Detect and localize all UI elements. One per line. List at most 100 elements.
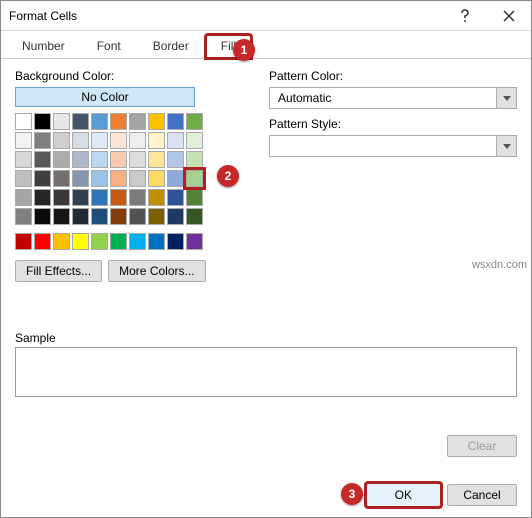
color-swatch[interactable]: [91, 113, 108, 130]
color-swatch[interactable]: [186, 113, 203, 130]
color-swatch[interactable]: [148, 233, 165, 250]
color-swatch[interactable]: [110, 233, 127, 250]
color-swatch[interactable]: [34, 189, 51, 206]
color-swatch[interactable]: [167, 208, 184, 225]
format-cells-dialog: Format Cells Number Font Border Fill Bac…: [0, 0, 532, 518]
pattern-color-dropdown-arrow[interactable]: [497, 87, 517, 109]
color-swatch[interactable]: [186, 151, 203, 168]
color-swatch[interactable]: [110, 113, 127, 130]
color-swatch[interactable]: [186, 170, 203, 187]
clear-button[interactable]: Clear: [447, 435, 517, 457]
pattern-style-dropdown-arrow[interactable]: [497, 135, 517, 157]
color-swatch[interactable]: [110, 189, 127, 206]
color-swatch[interactable]: [72, 208, 89, 225]
close-icon: [503, 10, 515, 22]
dialog-footer: OK Cancel: [366, 483, 517, 507]
color-swatch[interactable]: [91, 208, 108, 225]
color-swatch[interactable]: [34, 151, 51, 168]
color-swatch[interactable]: [186, 208, 203, 225]
tab-border[interactable]: Border: [138, 35, 204, 58]
color-swatch[interactable]: [110, 151, 127, 168]
color-swatch[interactable]: [129, 170, 146, 187]
chevron-down-icon: [503, 144, 511, 149]
color-swatch[interactable]: [15, 151, 32, 168]
color-swatch[interactable]: [72, 113, 89, 130]
color-swatch[interactable]: [72, 233, 89, 250]
color-swatch[interactable]: [129, 208, 146, 225]
color-swatch[interactable]: [129, 151, 146, 168]
color-swatch[interactable]: [167, 233, 184, 250]
color-swatch[interactable]: [91, 151, 108, 168]
color-swatch[interactable]: [167, 151, 184, 168]
pattern-style-dropdown[interactable]: [269, 135, 517, 157]
color-swatch[interactable]: [129, 132, 146, 149]
color-swatch[interactable]: [53, 151, 70, 168]
pattern-color-value: Automatic: [269, 87, 497, 109]
help-button[interactable]: [443, 1, 487, 31]
color-swatch[interactable]: [186, 189, 203, 206]
color-swatch[interactable]: [15, 170, 32, 187]
tab-number[interactable]: Number: [7, 35, 80, 58]
color-swatch[interactable]: [110, 170, 127, 187]
color-swatch[interactable]: [148, 189, 165, 206]
chevron-down-icon: [503, 96, 511, 101]
color-swatch[interactable]: [53, 132, 70, 149]
ok-button[interactable]: OK: [366, 483, 441, 507]
no-color-button[interactable]: No Color: [15, 87, 195, 107]
color-swatch[interactable]: [129, 233, 146, 250]
color-swatch[interactable]: [34, 132, 51, 149]
color-swatch[interactable]: [110, 132, 127, 149]
color-swatch[interactable]: [186, 132, 203, 149]
color-swatch[interactable]: [167, 170, 184, 187]
color-swatch[interactable]: [15, 189, 32, 206]
tab-strip: Number Font Border Fill: [1, 31, 531, 59]
color-swatch[interactable]: [72, 151, 89, 168]
color-swatch[interactable]: [34, 208, 51, 225]
color-swatch[interactable]: [15, 208, 32, 225]
close-button[interactable]: [487, 1, 531, 31]
color-swatch[interactable]: [91, 189, 108, 206]
annotation-3: 3: [341, 483, 363, 505]
color-swatch[interactable]: [34, 113, 51, 130]
left-column: Background Color: No Color Fill Effects.…: [15, 69, 245, 282]
color-swatch[interactable]: [91, 170, 108, 187]
color-swatch[interactable]: [34, 170, 51, 187]
color-swatch[interactable]: [91, 132, 108, 149]
color-swatch[interactable]: [167, 113, 184, 130]
color-swatch[interactable]: [148, 208, 165, 225]
color-swatch[interactable]: [167, 189, 184, 206]
color-swatch[interactable]: [91, 233, 108, 250]
background-color-label: Background Color:: [15, 69, 245, 83]
color-swatch[interactable]: [72, 132, 89, 149]
annotation-2: 2: [217, 165, 239, 187]
color-swatch[interactable]: [53, 170, 70, 187]
dialog-title: Format Cells: [9, 9, 443, 23]
pattern-color-dropdown[interactable]: Automatic: [269, 87, 517, 109]
color-swatch[interactable]: [167, 132, 184, 149]
cancel-button[interactable]: Cancel: [447, 484, 517, 506]
color-swatch[interactable]: [148, 170, 165, 187]
color-swatch[interactable]: [34, 233, 51, 250]
color-swatch[interactable]: [148, 132, 165, 149]
color-swatch[interactable]: [148, 113, 165, 130]
sample-section: Sample: [15, 331, 517, 397]
color-swatch[interactable]: [148, 151, 165, 168]
color-swatch[interactable]: [53, 208, 70, 225]
tab-font[interactable]: Font: [82, 35, 136, 58]
theme-color-grid: [15, 113, 245, 225]
color-swatch[interactable]: [15, 113, 32, 130]
more-colors-button[interactable]: More Colors...: [108, 260, 205, 282]
fill-panel: Background Color: No Color Fill Effects.…: [1, 59, 531, 292]
color-swatch[interactable]: [129, 113, 146, 130]
color-swatch[interactable]: [15, 132, 32, 149]
color-swatch[interactable]: [53, 233, 70, 250]
color-swatch[interactable]: [110, 208, 127, 225]
color-swatch[interactable]: [72, 189, 89, 206]
color-swatch[interactable]: [53, 113, 70, 130]
fill-effects-button[interactable]: Fill Effects...: [15, 260, 102, 282]
color-swatch[interactable]: [186, 233, 203, 250]
color-swatch[interactable]: [53, 189, 70, 206]
color-swatch[interactable]: [15, 233, 32, 250]
color-swatch[interactable]: [72, 170, 89, 187]
color-swatch[interactable]: [129, 189, 146, 206]
